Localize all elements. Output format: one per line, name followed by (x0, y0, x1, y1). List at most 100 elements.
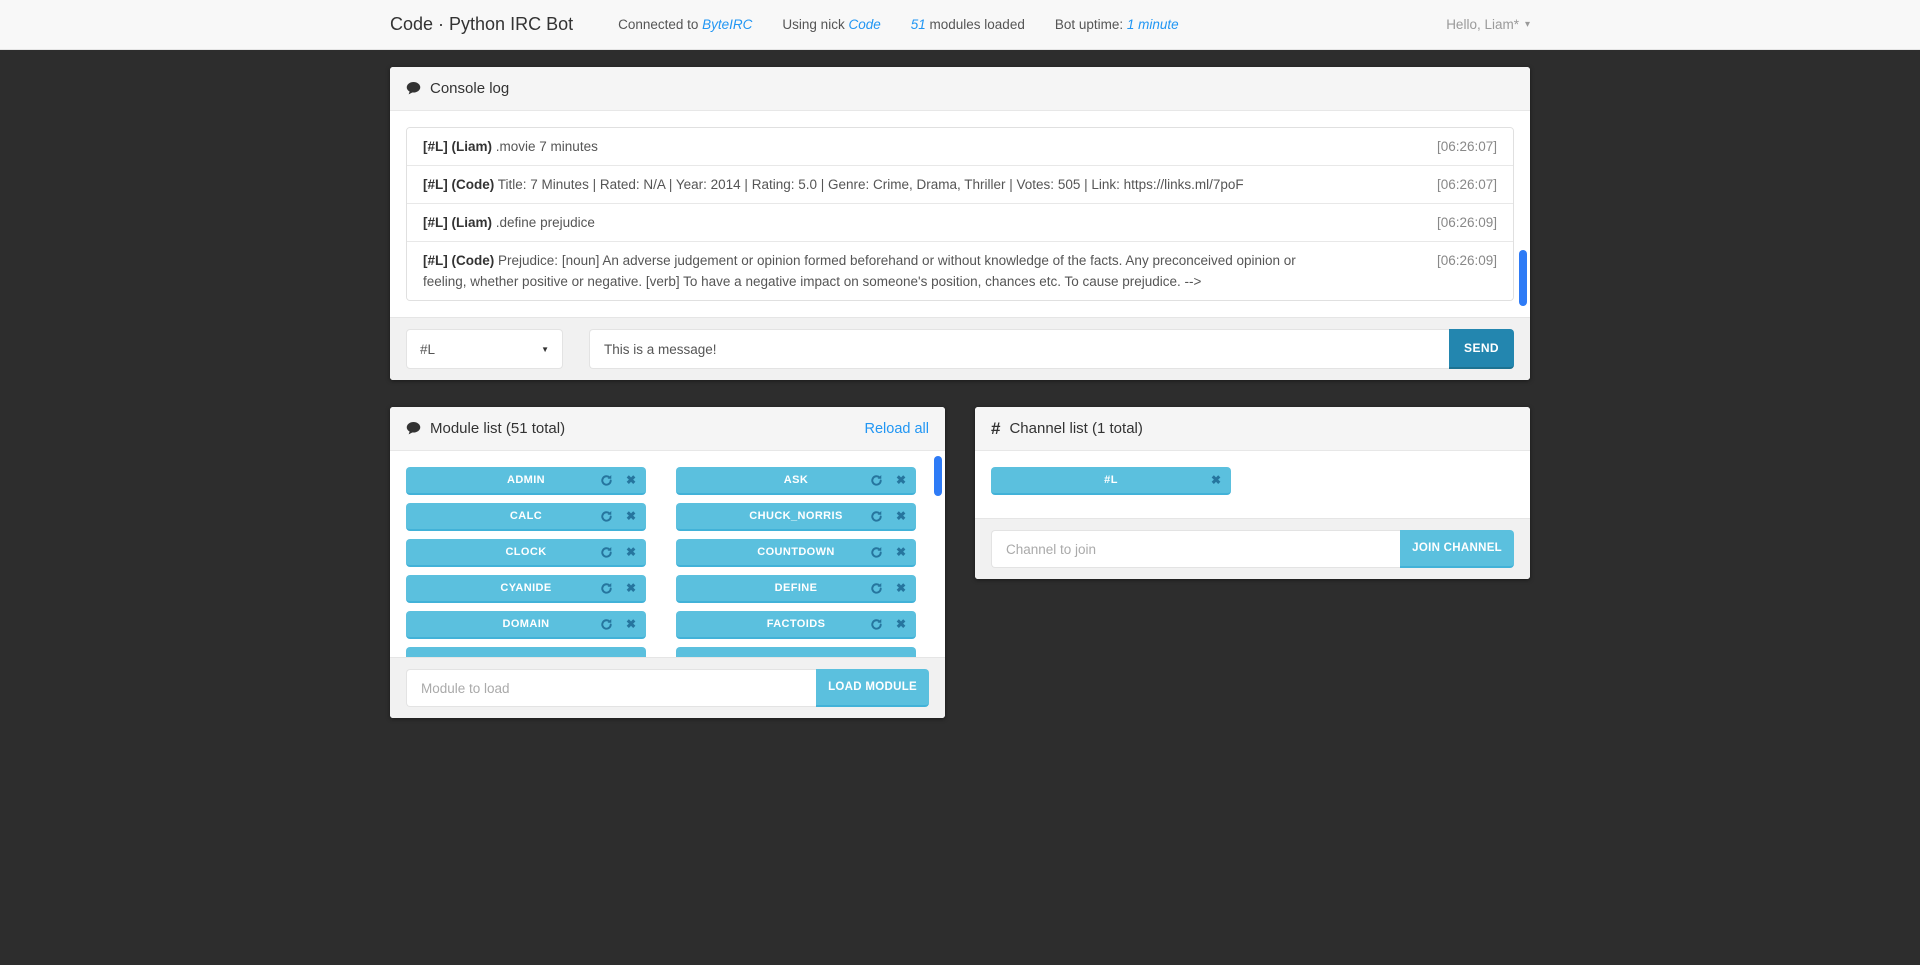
module-button[interactable]: CYANIDE ✖ (406, 575, 646, 603)
chevron-down-icon: ▾ (1525, 19, 1530, 30)
module-scrollbar-thumb[interactable] (934, 456, 942, 496)
nav-server-link[interactable]: ByteIRC (702, 17, 752, 32)
log-timestamp: [06:26:09] (1437, 212, 1497, 233)
log-row: [#L] (Code) Prejudice: [noun] An adverse… (407, 242, 1513, 300)
channel-select[interactable]: #L ▼ (406, 329, 563, 369)
module-list-panel: Module list (51 total) Reload all ADMIN … (390, 407, 945, 718)
close-icon[interactable]: ✖ (1211, 474, 1221, 486)
reload-icon[interactable] (600, 474, 613, 487)
navbar: Code · Python IRC Bot Connected to ByteI… (0, 0, 1920, 50)
send-button[interactable]: SEND (1449, 329, 1514, 369)
app-title: Code · Python IRC Bot (390, 14, 573, 35)
log-text: .define prejudice (496, 215, 595, 230)
log-channel: [#L] (423, 215, 448, 230)
close-icon[interactable]: ✖ (896, 618, 906, 630)
nav-using-nick[interactable]: Using nick Code (767, 17, 895, 32)
module-footer: LOAD MODULE (390, 657, 945, 718)
reload-icon[interactable] (600, 582, 613, 595)
comment-icon (406, 421, 421, 436)
channel-join-input[interactable] (991, 530, 1400, 568)
nav-modules-suffix: modules loaded (926, 17, 1025, 32)
log-timestamp: [06:26:07] (1437, 136, 1497, 157)
module-button-partial[interactable] (406, 647, 646, 657)
reload-icon[interactable] (600, 546, 613, 559)
module-panel-header: Module list (51 total) Reload all (390, 407, 945, 451)
module-button[interactable]: FACTOIDS ✖ (676, 611, 916, 639)
close-icon[interactable]: ✖ (626, 546, 636, 558)
console-footer: #L ▼ SEND (390, 317, 1530, 380)
close-icon[interactable]: ✖ (896, 582, 906, 594)
module-button[interactable]: CLOCK ✖ (406, 539, 646, 567)
module-button[interactable]: CHUCK_NORRIS ✖ (676, 503, 916, 531)
log-message: [#L] (Liam) .movie 7 minutes (423, 136, 1314, 157)
nav-connected-to[interactable]: Connected to ByteIRC (603, 17, 767, 32)
log-nick: (Code) (452, 253, 495, 268)
reload-icon[interactable] (870, 546, 883, 559)
module-button[interactable]: COUNTDOWN ✖ (676, 539, 916, 567)
module-button[interactable]: DOMAIN ✖ (406, 611, 646, 639)
user-menu-toggle[interactable]: Hello, Liam* ▾ (1446, 17, 1530, 32)
log-nick: (Liam) (452, 215, 493, 230)
console-log-body: [#L] (Liam) .movie 7 minutes [06:26:07] … (390, 111, 1530, 317)
module-button[interactable]: DEFINE ✖ (676, 575, 916, 603)
close-icon[interactable]: ✖ (896, 474, 906, 486)
reload-all-link[interactable]: Reload all (865, 421, 930, 437)
reload-icon[interactable] (870, 510, 883, 523)
user-greeting: Hello, Liam* (1446, 17, 1519, 32)
nav-module-count-link[interactable]: 51 (911, 17, 926, 32)
close-icon[interactable]: ✖ (626, 618, 636, 630)
reload-icon[interactable] (600, 510, 613, 523)
module-panel-title: Module list (51 total) (430, 420, 565, 437)
log-message: [#L] (Code) Prejudice: [noun] An adverse… (423, 250, 1314, 292)
channel-panel-header: # Channel list (1 total) (975, 407, 1530, 451)
module-button-partial[interactable] (676, 647, 916, 657)
console-scrollbar-thumb[interactable] (1519, 250, 1527, 306)
nav-connected-prefix: Connected to (618, 17, 702, 32)
log-channel: [#L] (423, 253, 448, 268)
log-nick: (Liam) (452, 139, 493, 154)
reload-icon[interactable] (870, 582, 883, 595)
nav-modules-loaded[interactable]: 51 modules loaded (896, 17, 1040, 32)
module-button[interactable]: ASK ✖ (676, 467, 916, 495)
close-icon[interactable]: ✖ (896, 546, 906, 558)
module-list-body: ADMIN ✖ ASK ✖ (390, 451, 945, 657)
nav-uptime-link[interactable]: 1 minute (1127, 17, 1179, 32)
module-load-input[interactable] (406, 669, 816, 707)
log-channel: [#L] (423, 177, 448, 192)
channel-select-value: #L (420, 342, 435, 357)
log-nick: (Code) (452, 177, 495, 192)
log-row: [#L] (Liam) .define prejudice [06:26:09] (407, 204, 1513, 242)
module-button[interactable]: ADMIN ✖ (406, 467, 646, 495)
close-icon[interactable]: ✖ (626, 510, 636, 522)
module-button[interactable]: CALC ✖ (406, 503, 646, 531)
hashtag-icon: # (991, 420, 1000, 437)
close-icon[interactable]: ✖ (626, 474, 636, 486)
reload-icon[interactable] (600, 618, 613, 631)
nav-nick-prefix: Using nick (782, 17, 848, 32)
console-panel-header: Console log (390, 67, 1530, 111)
join-channel-button[interactable]: JOIN CHANNEL (1400, 530, 1514, 568)
comment-icon (406, 81, 421, 96)
close-icon[interactable]: ✖ (896, 510, 906, 522)
reload-icon[interactable] (870, 618, 883, 631)
channel-footer: JOIN CHANNEL (975, 518, 1530, 579)
log-channel: [#L] (423, 139, 448, 154)
nav-nick-link[interactable]: Code (848, 17, 880, 32)
channel-name: #L (991, 474, 1231, 486)
nav-uptime-prefix: Bot uptime: (1055, 17, 1127, 32)
channel-button[interactable]: #L ✖ (991, 467, 1231, 495)
console-panel: Console log [#L] (Liam) .movie 7 minutes… (390, 67, 1530, 380)
load-module-button[interactable]: LOAD MODULE (816, 669, 929, 707)
reload-icon[interactable] (870, 474, 883, 487)
log-row: [#L] (Code) Title: 7 Minutes | Rated: N/… (407, 166, 1513, 204)
message-input[interactable] (589, 329, 1449, 369)
log-timestamp: [06:26:09] (1437, 250, 1497, 271)
app-screen: Code · Python IRC Bot Connected to ByteI… (0, 0, 1920, 965)
nav-bot-uptime[interactable]: Bot uptime: 1 minute (1040, 17, 1194, 32)
log-row: [#L] (Liam) .movie 7 minutes [06:26:07] (407, 128, 1513, 166)
channel-list-body: #L ✖ (975, 451, 1530, 518)
close-icon[interactable]: ✖ (626, 582, 636, 594)
log-message: [#L] (Liam) .define prejudice (423, 212, 1314, 233)
channel-list-panel: # Channel list (1 total) #L ✖ JOIN CHANN… (975, 407, 1530, 579)
channel-panel-title: Channel list (1 total) (1009, 420, 1142, 437)
